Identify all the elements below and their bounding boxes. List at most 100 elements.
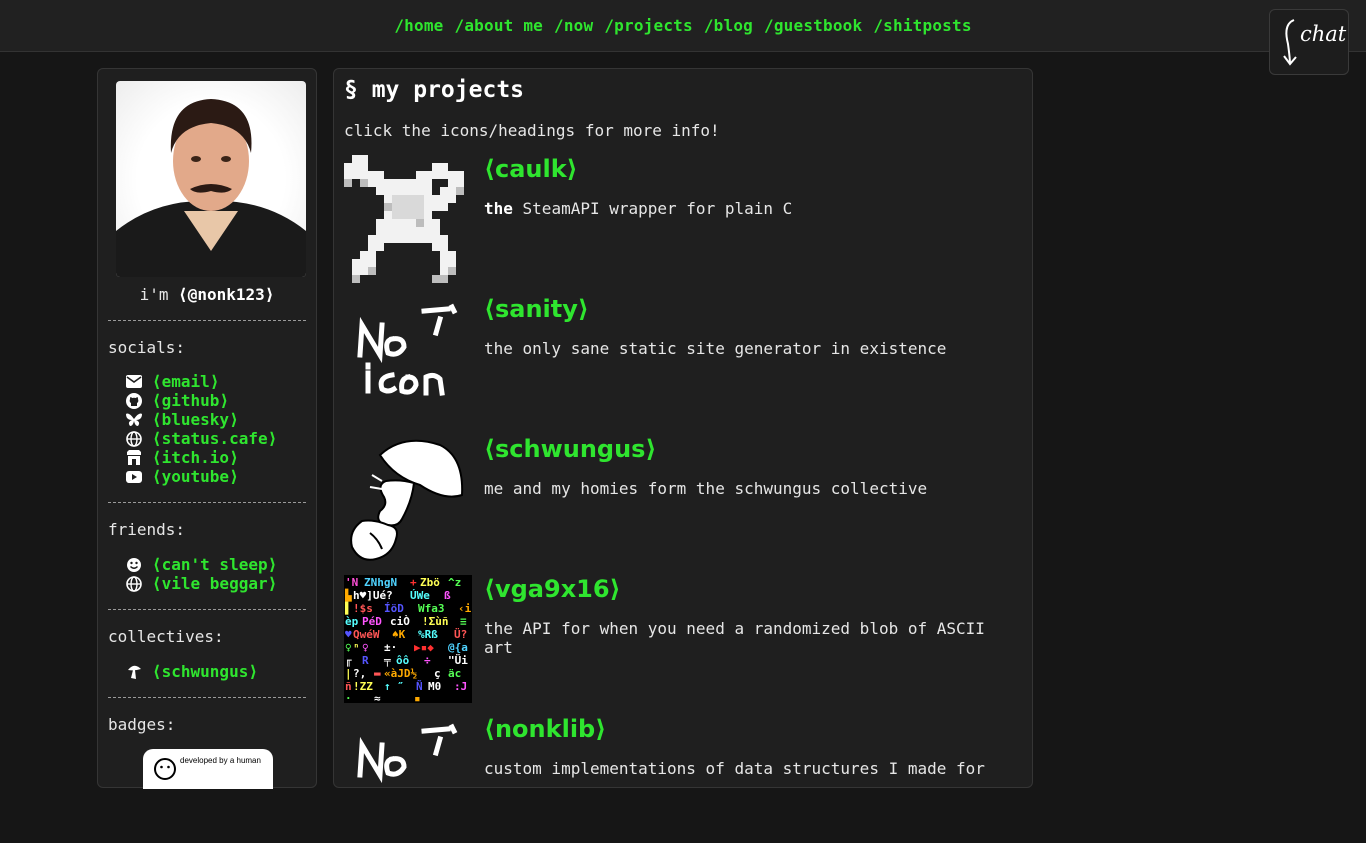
svg-text:ÚWe: ÚWe [410,589,430,602]
svg-text:ß: ß [444,589,451,602]
collective-schwungus-link[interactable]: ⟨schwungus⟩ [152,662,258,681]
caulk-icon[interactable] [344,155,472,283]
project-caulk-title[interactable]: ⟨caulk⟩ [484,155,578,183]
project-sanity-title[interactable]: ⟨sanity⟩ [484,295,589,323]
friend-vile-beggar-link[interactable]: ⟨vile beggar⟩ [152,574,277,593]
social-itch-link[interactable]: ⟨itch.io⟩ [152,448,239,467]
svg-text:!$s: !$s [353,602,373,615]
svg-text:ZNhgN: ZNhgN [364,576,397,589]
social-status-cafe: ⟨status.cafe⟩ [126,429,277,448]
no-icon-placeholder[interactable] [344,295,472,423]
friends-list: ⟨can't sleep⟩ ⟨vile beggar⟩ [126,555,277,593]
project-schwungus-title[interactable]: ⟨schwungus⟩ [484,435,656,463]
svg-text:ciÒ: ciÒ [390,615,410,628]
nav-projects-link[interactable]: /projects [604,16,693,35]
nav-list: /home /about me /now /projects /blog /gu… [394,16,971,35]
friend-vile-beggar: ⟨vile beggar⟩ [126,574,277,593]
svg-text:±·: ±· [384,641,397,654]
svg-text:«àJD½: «àJD½ [384,667,417,680]
social-email-link[interactable]: ⟨email⟩ [152,372,219,391]
svg-text:ⁿ: ⁿ [353,641,360,654]
svg-text::J: :J [454,680,467,693]
project-caulk-link[interactable]: ⟨caulk⟩ [484,155,578,183]
handle-name[interactable]: ⟨@nonk123⟩ [178,285,274,304]
nav-now-link[interactable]: /now [554,16,593,35]
ascii-art-icon[interactable]: 'N ZNhgN + Zbö ^z ▙ h♥]Ué? ÚWe ß ▌ !$s ÍöD Wfa3 ‹i … [344,575,472,703]
project-vga9x16: 'N ZNhgN + Zbö ^z ▙ h♥]Ué? ÚWe ß ▌ !$s ÍöD Wfa3 ‹i … [344,575,1024,703]
project-caulk-desc: the SteamAPI wrapper for plain C [484,199,1022,218]
mushroom-icon [128,665,141,679]
smiley-icon [154,758,176,780]
divider [108,697,306,698]
svg-text:!Σùñ: !Σùñ [422,615,449,628]
social-status-cafe-link[interactable]: ⟨status.cafe⟩ [152,429,277,448]
svg-text:♀: ♀ [362,641,369,654]
project-nonklib: ⟨nonklib⟩ custom implementations of data… [344,715,1024,843]
nav-about-link[interactable]: /about me [455,16,544,35]
svg-text:PéD: PéD [362,615,382,628]
project-vga9x16-link[interactable]: ⟨vga9x16⟩ [484,575,621,603]
svg-text:▶▪◆: ▶▪◆ [414,641,434,654]
svg-text:╤: ╤ [383,654,391,667]
project-sanity-link[interactable]: ⟨sanity⟩ [484,295,589,323]
social-itch: ⟨itch.io⟩ [126,448,277,467]
friend-cant-sleep-link[interactable]: ⟨can't sleep⟩ [152,555,277,574]
svg-text:♠K: ♠K [392,628,406,641]
social-youtube-link[interactable]: ⟨youtube⟩ [152,467,239,486]
project-nonklib-title[interactable]: ⟨nonklib⟩ [484,715,606,743]
nav-home-link[interactable]: /home [394,16,443,35]
social-youtube: ⟨youtube⟩ [126,467,277,486]
envelope-icon [126,375,142,388]
project-sanity-desc: the only sane static site generator in e… [484,339,947,358]
project-vga9x16-desc: the API for when you need a randomized b… [484,619,985,657]
svg-text:äc: äc [448,667,461,680]
svg-text:^z: ^z [448,576,461,589]
mushroom-icon[interactable] [344,435,472,563]
friends-title: friends: [108,520,186,539]
socials-list: ⟨email⟩ ⟨github⟩ ⟨bluesky⟩ ⟨status.cafe⟩… [126,372,277,486]
page-title: § my projects [344,77,525,103]
social-github-link[interactable]: ⟨github⟩ [152,391,229,410]
desc-text: SteamAPI wrapper for plain C [512,199,793,218]
svg-text:·: · [345,692,352,703]
svg-text:≈: ≈ [374,692,381,703]
nav-blog-link[interactable]: /blog [704,16,753,35]
social-bluesky-link[interactable]: ⟨bluesky⟩ [152,410,239,429]
globe-icon [126,430,142,447]
projects-panel: § my projects click the icons/headings f… [333,68,1033,788]
divider [108,320,306,321]
project-schwungus-link[interactable]: ⟨schwungus⟩ [484,435,656,463]
handle-prefix: i'm [139,285,179,304]
svg-text:ôô: ôô [396,654,410,667]
svg-text:▪: ▪ [414,692,421,703]
project-nonklib-link[interactable]: ⟨nonklib⟩ [484,715,606,743]
butterfly-icon [126,413,142,426]
project-vga9x16-title[interactable]: ⟨vga9x16⟩ [484,575,621,603]
desc-emphasis: the [484,199,513,218]
svg-text:▬: ▬ [374,667,381,680]
nav-guestbook-link[interactable]: /guestbook [764,16,862,35]
svg-text:Zbö: Zbö [420,576,440,589]
social-email: ⟨email⟩ [126,372,277,391]
top-nav: /home /about me /now /projects /blog /gu… [0,0,1366,52]
svg-text:èp: èp [345,615,359,628]
social-github: ⟨github⟩ [126,391,277,410]
badges-title: badges: [108,715,176,734]
svg-text:▌: ▌ [344,601,352,615]
divider [108,502,306,503]
social-bluesky: ⟨bluesky⟩ [126,410,277,429]
svg-text:!ZZ: !ZZ [353,680,373,693]
project-schwungus: ⟨schwungus⟩ me and my homies form the sc… [344,435,1024,563]
collectives-title: collectives: [108,627,224,646]
svg-text:M0: M0 [428,680,441,693]
developed-by-human-badge[interactable]: developed by a human [143,749,273,789]
chat-label: chat [1300,22,1347,46]
badge-text: developed by a human [180,756,261,765]
nav-shitposts-link[interactable]: /shitposts [873,16,971,35]
no-icon-placeholder[interactable] [344,715,472,843]
intro-text: click the icons/headings for more info! [344,121,720,140]
chat-button[interactable]: chat [1269,9,1349,75]
avatar [116,81,306,277]
socials-title: socials: [108,338,186,357]
svg-text:‹i: ‹i [458,602,472,615]
